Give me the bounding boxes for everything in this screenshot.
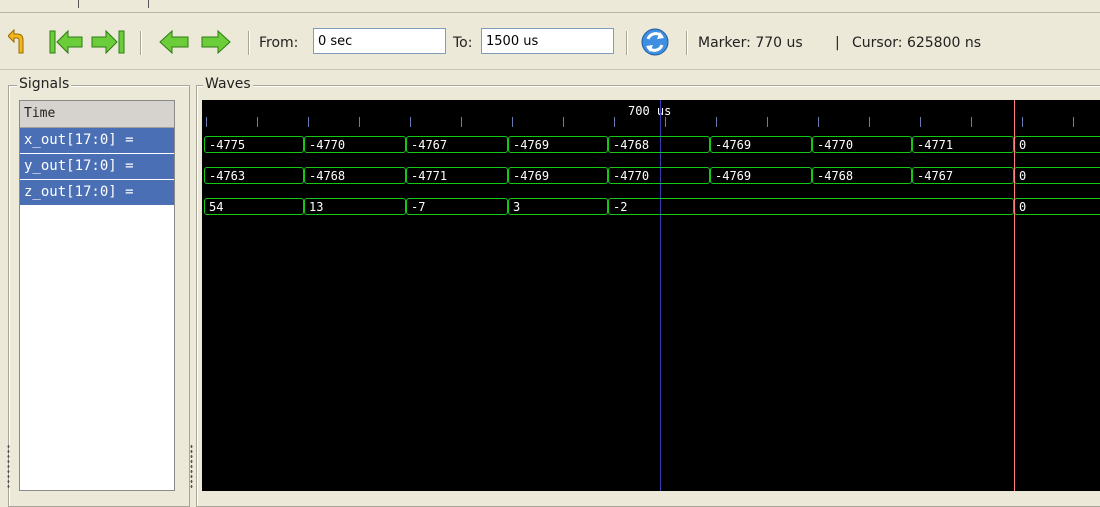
- wave-segment: -4771: [406, 167, 508, 184]
- signals-list: Time x_out[17:0] = y_out[17:0] = z_out[1…: [19, 100, 175, 491]
- reload-icon[interactable]: [638, 27, 672, 57]
- wave-segment: -4767: [912, 167, 1014, 184]
- scroll-right-icon[interactable]: [198, 27, 234, 57]
- ruler-tick: [563, 117, 564, 127]
- jump-to-end-icon[interactable]: [88, 27, 128, 57]
- readout-separator: |: [835, 35, 840, 51]
- wave-segment: 13: [304, 198, 406, 215]
- wave-segment: -4767: [406, 136, 508, 153]
- jump-to-start-icon[interactable]: [46, 27, 86, 57]
- resize-grip[interactable]: [7, 444, 10, 488]
- wave-segment: -4770: [812, 136, 912, 153]
- wave-segment: -2: [608, 198, 1014, 215]
- wave-row-x-out: -4775 -4770 -4767 -4769 -4768 -4769 -477…: [202, 132, 1100, 158]
- marker-readout: Marker: 770 us: [698, 35, 803, 51]
- wave-row-y-out: -4763 -4768 -4771 -4769 -4770 -4769 -476…: [202, 163, 1100, 189]
- wave-segment: 3: [508, 198, 608, 215]
- to-label: To:: [453, 35, 473, 51]
- wave-segment: -4769: [508, 136, 608, 153]
- wave-segment: -4771: [912, 136, 1014, 153]
- ruler-tick: [206, 117, 207, 127]
- ruler-tick: [971, 117, 972, 127]
- from-label: From:: [259, 35, 299, 51]
- wave-segment: -4768: [608, 136, 710, 153]
- signal-item-x-out[interactable]: x_out[17:0] =: [20, 128, 174, 154]
- toolbar-separator: [686, 31, 687, 55]
- ruler-tick: [512, 117, 513, 127]
- toolbar: From: To: Marker: 770 us | Cursor: 62580…: [0, 13, 1100, 70]
- wave-segment: 0: [1014, 167, 1100, 184]
- cursor-readout: Cursor: 625800 ns: [852, 35, 982, 51]
- wave-segment: -7: [406, 198, 508, 215]
- time-header: Time: [20, 101, 174, 128]
- menu-strip-mark: [148, 0, 149, 8]
- to-input[interactable]: [481, 28, 614, 54]
- ruler-tick: [665, 117, 666, 127]
- ruler-tick: [614, 117, 615, 127]
- wave-segment: -4769: [508, 167, 608, 184]
- marker-line: [1014, 100, 1015, 491]
- signal-item-y-out[interactable]: y_out[17:0] =: [20, 154, 174, 180]
- wave-row-z-out: 54 13 -7 3 -2 0: [202, 194, 1100, 220]
- ruler-tick: [1022, 117, 1023, 127]
- waves-title: Waves: [203, 76, 253, 92]
- ruler-tick: [869, 117, 870, 127]
- wave-segment: 0: [1014, 198, 1100, 215]
- undo-arrow-icon[interactable]: [6, 27, 32, 57]
- ruler-label: 700 us: [628, 104, 672, 118]
- menu-strip-mark: [78, 0, 79, 8]
- ruler-tick: [257, 117, 258, 127]
- wave-segment: -4770: [608, 167, 710, 184]
- ruler-tick: [461, 117, 462, 127]
- ruler-tick: [920, 117, 921, 127]
- wave-segment: -4775: [204, 136, 304, 153]
- from-input[interactable]: [313, 28, 446, 54]
- ruler-tick: [359, 117, 360, 127]
- wave-segment: -4769: [710, 167, 812, 184]
- toolbar-separator: [140, 31, 141, 55]
- menu-strip: [0, 0, 1100, 13]
- wave-segment: -4770: [304, 136, 406, 153]
- wave-segment: -4768: [304, 167, 406, 184]
- cursor-line: [660, 100, 661, 491]
- ruler-tick: [410, 117, 411, 127]
- ruler-tick: [716, 117, 717, 127]
- toolbar-separator: [626, 31, 627, 55]
- wave-segment: -4769: [710, 136, 812, 153]
- wave-segment: -4768: [812, 167, 912, 184]
- wave-segment: -4763: [204, 167, 304, 184]
- signals-title: Signals: [17, 76, 72, 92]
- waves-panel[interactable]: 700 us -4775 -4770 -4767 -4769 -4768 -47…: [202, 100, 1100, 491]
- signal-item-z-out[interactable]: z_out[17:0] =: [20, 180, 174, 206]
- ruler-tick: [308, 117, 309, 127]
- toolbar-separator: [248, 31, 249, 55]
- ruler-tick: [767, 117, 768, 127]
- ruler-tick: [1073, 117, 1074, 127]
- scroll-left-icon[interactable]: [156, 27, 192, 57]
- wave-segment: 54: [204, 198, 304, 215]
- wave-segment: 0: [1014, 136, 1100, 153]
- resize-grip[interactable]: [190, 444, 193, 488]
- ruler-tick: [818, 117, 819, 127]
